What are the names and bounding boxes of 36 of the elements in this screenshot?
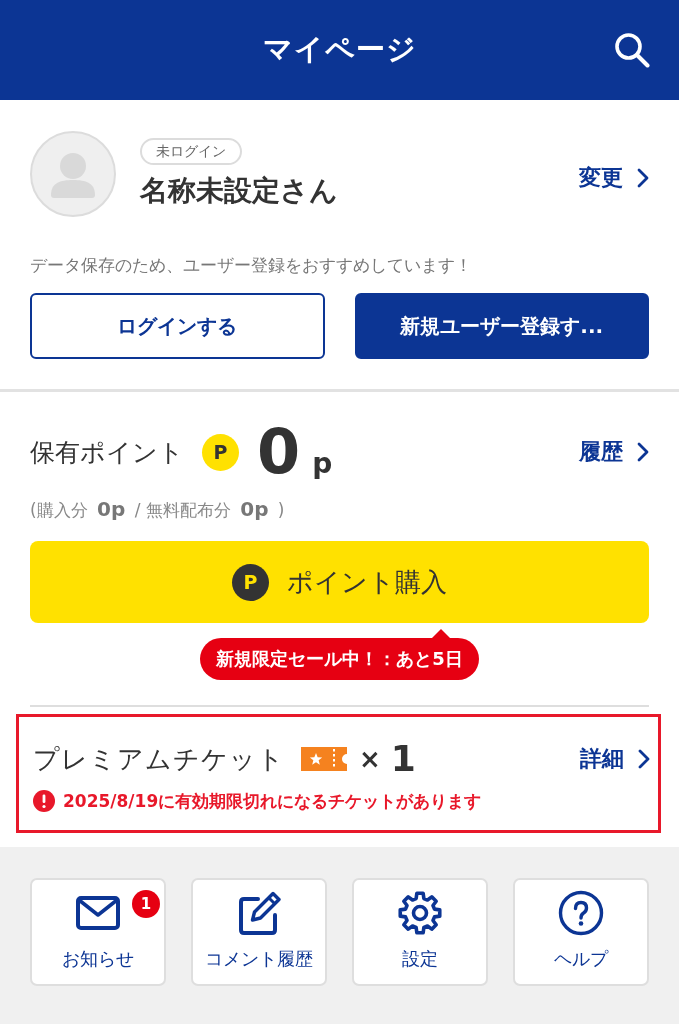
login-status-badge: 未ログイン <box>140 137 242 165</box>
shortcut-button[interactable]: コメント履歴 <box>191 878 327 986</box>
buy-points-button[interactable]: P ポイント購入 <box>30 541 649 623</box>
ticket-icon <box>301 747 347 771</box>
warning-icon <box>33 790 55 812</box>
login-button[interactable]: ログインする <box>30 293 325 359</box>
detail-link[interactable]: 詳細 <box>580 744 650 774</box>
chevron-right-icon <box>637 168 649 188</box>
point-coin-icon: P <box>202 433 239 471</box>
avatar-icon <box>30 131 116 217</box>
chevron-right-icon <box>638 749 650 769</box>
edit-link[interactable]: 変更 <box>579 163 649 193</box>
register-message: データ保存のため、ユーザー登録をおすすめしています！ <box>30 254 473 277</box>
search-icon[interactable] <box>614 32 650 68</box>
notification-badge: 1 <box>132 890 160 918</box>
ticket-count: 1 <box>390 741 416 777</box>
gear-icon <box>397 890 443 936</box>
points-unit: p <box>312 447 333 480</box>
expiry-warning: 2025/8/19に有効期限切れになるチケットがあります <box>63 790 482 813</box>
multiply-sign: × <box>359 744 381 774</box>
history-link[interactable]: 履歴 <box>579 437 649 467</box>
shortcut-button[interactable]: 設定 <box>352 878 488 986</box>
points-breakdown: (購入分 0p / 無料配布分 0p ) <box>30 496 286 523</box>
points-amount: 0 <box>257 421 301 483</box>
sale-tooltip: 新規限定セール中！：あと5日 <box>200 629 479 680</box>
points-label: 保有ポイント <box>30 436 184 469</box>
chevron-right-icon <box>637 442 649 462</box>
user-name: 名称未設定さん <box>140 172 338 209</box>
point-coin-icon: P <box>232 563 269 601</box>
ticket-label: プレミアムチケット <box>33 742 285 776</box>
shortcut-button[interactable]: お知らせ 1 <box>30 878 166 986</box>
register-button[interactable]: 新規ユーザー登録す... <box>354 293 649 359</box>
page-title: マイページ <box>262 31 417 68</box>
help-icon <box>558 890 604 936</box>
pencil-square-icon <box>236 890 282 936</box>
shortcut-button[interactable]: ヘルプ <box>513 878 649 986</box>
